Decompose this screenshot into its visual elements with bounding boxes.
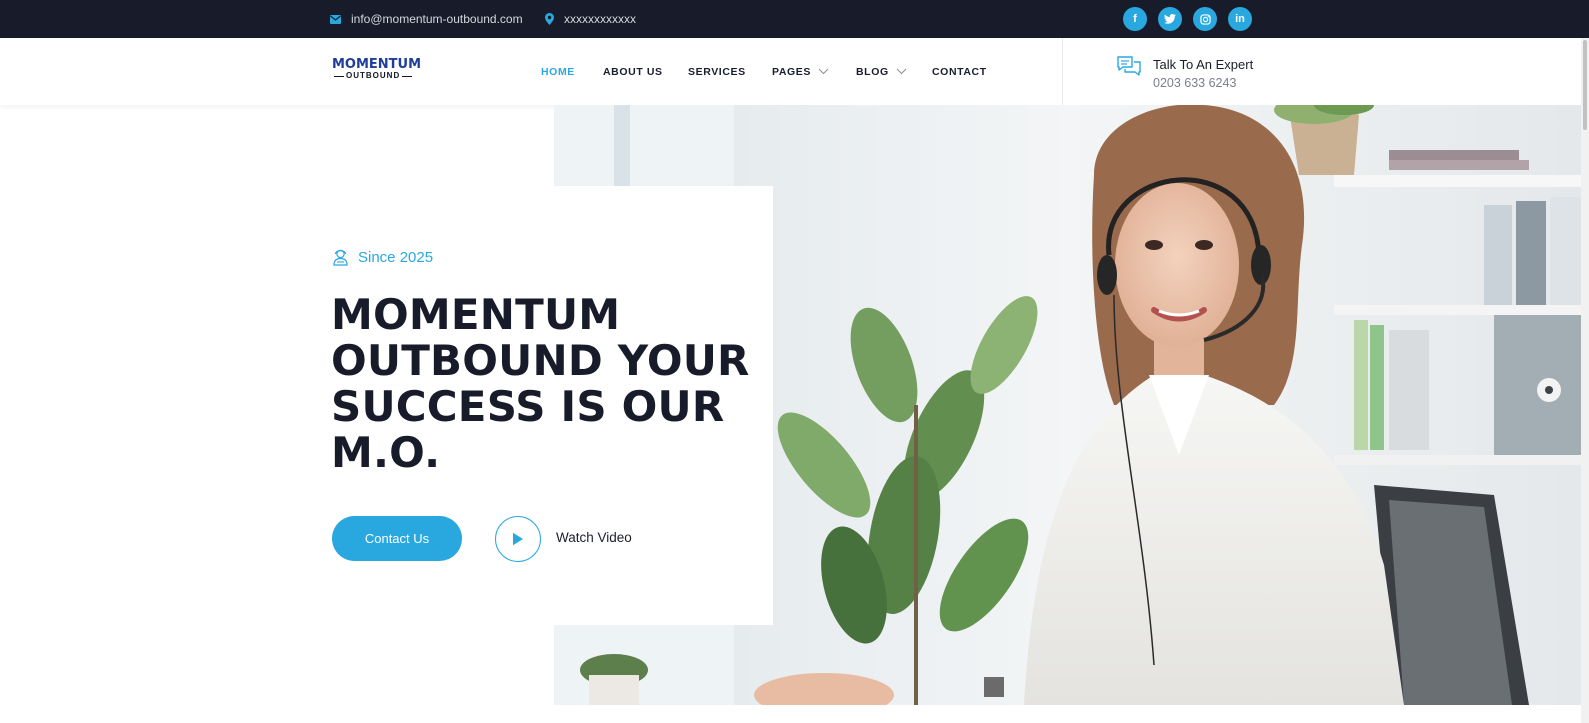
instagram-icon[interactable] (1193, 7, 1217, 31)
address-text: xxxxxxxxxxxx (564, 12, 636, 26)
nav-home[interactable]: HOME (541, 38, 575, 105)
play-video-button[interactable] (495, 516, 541, 562)
nav-blog[interactable]: BLOG (856, 38, 907, 105)
contact-us-button[interactable]: Contact Us (332, 516, 462, 561)
since-tagline: Since 2025 (332, 248, 433, 266)
address-contact: xxxxxxxxxxxx (545, 0, 636, 38)
logo-wordmark: MOMENTUM (332, 57, 422, 72)
top-bar: info@momentum-outbound.com xxxxxxxxxxxx … (0, 0, 1589, 38)
expert-title: Talk To An Expert (1153, 57, 1254, 72)
play-icon (513, 532, 523, 546)
map-pin-icon (545, 13, 554, 25)
agent-headset-icon (333, 249, 348, 266)
nav-services[interactable]: SERVICES (688, 38, 746, 105)
watch-video-link[interactable]: Watch Video (556, 530, 632, 545)
site-header: MOMENTUM OUTBOUND HOME ABOUT US SERVICES… (0, 38, 1585, 105)
page-scrollbar[interactable] (1581, 38, 1589, 723)
chevron-down-icon (896, 68, 907, 75)
header-divider (1062, 38, 1063, 105)
scrollbar-thumb[interactable] (1583, 40, 1587, 130)
expert-phone-link[interactable]: 0203 633 6243 (1153, 76, 1236, 90)
logo-subword: OUTBOUND (346, 71, 401, 80)
nav-about-us[interactable]: ABOUT US (603, 38, 663, 105)
email-text: info@momentum-outbound.com (351, 12, 523, 26)
chevron-down-icon (818, 68, 829, 75)
nav-pages[interactable]: PAGES (772, 38, 829, 105)
nav-contact[interactable]: CONTACT (932, 38, 987, 105)
chat-bubbles-icon (1117, 56, 1141, 76)
email-contact[interactable]: info@momentum-outbound.com (330, 0, 523, 38)
logo[interactable]: MOMENTUM OUTBOUND (332, 57, 422, 84)
twitter-icon[interactable] (1158, 7, 1182, 31)
facebook-icon[interactable]: f (1123, 7, 1147, 31)
hero-title: MOMENTUM OUTBOUND YOUR SUCCESS IS OUR M.… (331, 290, 750, 477)
linkedin-icon[interactable]: in (1228, 7, 1252, 31)
since-text: Since 2025 (358, 248, 434, 266)
envelope-icon (330, 14, 341, 24)
